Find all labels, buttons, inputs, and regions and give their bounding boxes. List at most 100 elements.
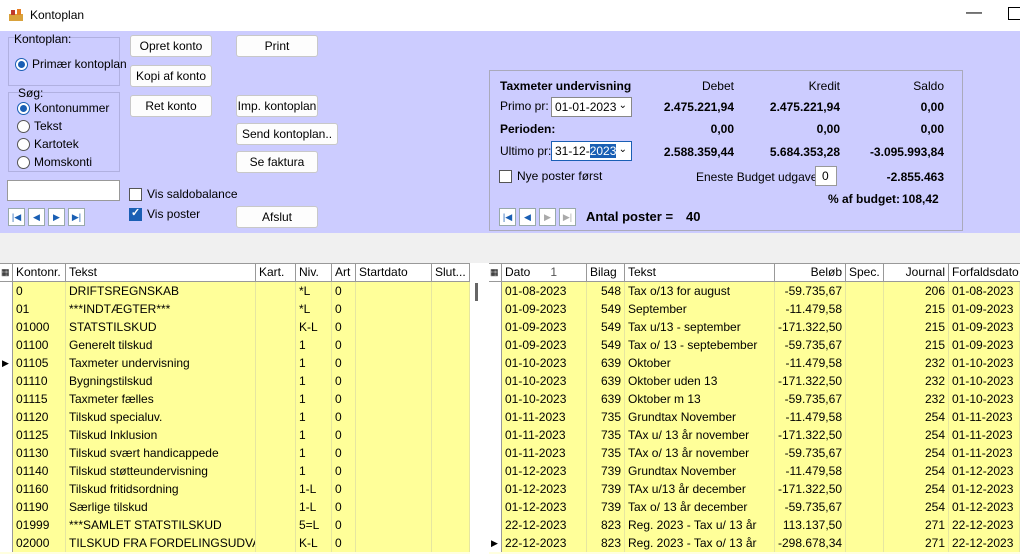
table-row[interactable]: 01120 Tilskud specialuv. 1 0 xyxy=(0,408,470,426)
col-niv[interactable]: Niv. xyxy=(296,264,332,281)
row-indicator[interactable] xyxy=(489,390,502,408)
col-kontonr[interactable]: Kontonr. xyxy=(13,264,66,281)
checkbox-box[interactable] xyxy=(499,169,512,183)
table-row[interactable]: 01130 Tilskud svært handicappede 1 0 xyxy=(0,444,470,462)
table-row[interactable]: 02000TILSKUD FRA FORDELINGSUDVAL... K-L0 xyxy=(0,534,470,552)
row-indicator[interactable] xyxy=(0,480,13,498)
col-forfaldsdato[interactable]: Forfaldsdato xyxy=(949,264,1020,281)
primo-date-select[interactable]: 01-01-2023 ⌄ xyxy=(551,97,632,117)
col-tekst[interactable]: Tekst xyxy=(66,264,256,281)
last-record-icon[interactable]: ▶| xyxy=(68,208,85,226)
col-dato[interactable]: Dato 1 xyxy=(502,264,587,281)
col-kart[interactable]: Kart. xyxy=(256,264,296,281)
row-indicator[interactable] xyxy=(0,408,13,426)
table-row[interactable]: 01140 Tilskud støtteundervisning 1 0 xyxy=(0,462,470,480)
row-indicator[interactable] xyxy=(0,462,13,480)
row-indicator[interactable] xyxy=(0,390,13,408)
radio-primaer-kontoplan[interactable]: Primær kontoplan xyxy=(15,57,127,71)
col-slut[interactable]: Slut... xyxy=(432,264,470,281)
col-beloeb[interactable]: Beløb xyxy=(775,264,846,281)
row-indicator[interactable] xyxy=(489,300,502,318)
ultimo-date-select[interactable]: 31-12-2023 ⌄ xyxy=(551,141,632,161)
budget-input[interactable]: 0 xyxy=(815,166,837,186)
row-indicator[interactable] xyxy=(489,426,502,444)
send-kontoplan-button[interactable]: Send kontoplan.. xyxy=(236,123,338,145)
afslut-button[interactable]: Afslut xyxy=(236,206,318,228)
row-indicator[interactable]: ▶ xyxy=(489,534,502,552)
checkbox-box[interactable] xyxy=(129,206,142,221)
prev-record-icon[interactable]: ◀ xyxy=(28,208,45,226)
table-row[interactable]: 01190 Særlige tilskud 1-L 0 xyxy=(0,498,470,516)
table-row[interactable]: 01-10-2023 639 Oktober uden 13 -171.322,50 2… xyxy=(489,372,1020,390)
row-indicator[interactable] xyxy=(489,444,502,462)
col-tekst[interactable]: Tekst xyxy=(625,264,775,281)
table-row[interactable]: ▶ 01105 Taxmeter undervisning 1 0 xyxy=(0,354,470,372)
table-row[interactable]: 01-11-2023 735 Grundtax November -11.479,58… xyxy=(489,408,1020,426)
table-row[interactable]: 01-09-2023 549 Tax o/ 13 - septebember -59.… xyxy=(489,336,1020,354)
vis-poster-checkbox[interactable]: Vis poster xyxy=(129,206,200,221)
table-row[interactable]: 01160 Tilskud fritidsordning 1-L 0 xyxy=(0,480,470,498)
row-indicator[interactable] xyxy=(0,336,13,354)
table-row[interactable]: 01999 ***SAMLET STATSTILSKUD 5=L 0 xyxy=(0,516,470,534)
radio-dot[interactable] xyxy=(15,57,28,71)
se-faktura-button[interactable]: Se faktura xyxy=(236,151,318,173)
row-indicator[interactable] xyxy=(0,516,13,534)
table-row[interactable]: 01-11-2023 735 TAx u/ 13 år november -171.3… xyxy=(489,426,1020,444)
maximize-icon[interactable] xyxy=(1008,7,1020,20)
row-indicator[interactable] xyxy=(0,372,13,390)
row-indicator[interactable] xyxy=(489,462,502,480)
table-row[interactable]: 01-12-2023 739 Tax o/ 13 år december -59.73… xyxy=(489,498,1020,516)
minimize-icon[interactable]: — xyxy=(966,4,982,22)
radio-momskonti[interactable]: Momskonti xyxy=(17,155,92,169)
search-input[interactable] xyxy=(7,180,120,201)
next-posting-icon[interactable]: ▶ xyxy=(539,208,556,226)
first-record-icon[interactable]: |◀ xyxy=(8,208,25,226)
row-indicator[interactable] xyxy=(0,534,13,552)
row-indicator[interactable] xyxy=(489,282,502,300)
table-row[interactable]: 0 DRIFTSREGNSKAB *L 0 xyxy=(0,282,470,300)
checkbox-box[interactable] xyxy=(129,187,142,201)
table-row[interactable]: 01-10-2023 639 Oktober -11.479,58 232 01-10-2… xyxy=(489,354,1020,372)
imp-kontoplan-button[interactable]: Imp. kontoplan xyxy=(236,95,318,117)
table-row[interactable]: 01110 Bygningstilskud 1 0 xyxy=(0,372,470,390)
radio-dot[interactable] xyxy=(17,119,30,133)
row-indicator[interactable] xyxy=(0,318,13,336)
row-indicator[interactable]: ▶ xyxy=(0,354,13,372)
radio-dot[interactable] xyxy=(17,137,30,151)
next-record-icon[interactable]: ▶ xyxy=(48,208,65,226)
row-indicator[interactable] xyxy=(489,498,502,516)
table-row[interactable]: 01-12-2023 739 Grundtax November -11.479,58… xyxy=(489,462,1020,480)
table-row[interactable]: 01100 Generelt tilskud 1 0 xyxy=(0,336,470,354)
row-indicator[interactable] xyxy=(489,354,502,372)
table-row[interactable]: 01-09-2023 549 Tax u/13 - september -171.32… xyxy=(489,318,1020,336)
last-posting-icon[interactable]: ▶| xyxy=(559,208,576,226)
row-indicator[interactable] xyxy=(0,282,13,300)
nye-poster-checkbox[interactable]: Nye poster først xyxy=(499,169,602,183)
row-indicator[interactable] xyxy=(489,480,502,498)
table-row[interactable]: 22-12-2023 823 Reg. 2023 - Tax u/ 13 år 113… xyxy=(489,516,1020,534)
table-row[interactable]: 01-09-2023 549 September -11.479,58 215 01-09… xyxy=(489,300,1020,318)
row-indicator[interactable] xyxy=(0,300,13,318)
table-row[interactable]: 01-10-2023 639 Oktober m 13 -59.735,67 232 01… xyxy=(489,390,1020,408)
col-art[interactable]: Art xyxy=(332,264,356,281)
prev-posting-icon[interactable]: ◀ xyxy=(519,208,536,226)
table-row[interactable]: 01115 Taxmeter fælles 1 0 xyxy=(0,390,470,408)
row-indicator[interactable] xyxy=(0,498,13,516)
table-row[interactable]: ▶ 22-12-2023 823 Reg. 2023 - Tax o/ 13 år -2… xyxy=(489,534,1020,552)
table-row[interactable]: 01-08-2023 548 Tax o/13 for august -59.735,… xyxy=(489,282,1020,300)
radio-dot[interactable] xyxy=(17,101,30,115)
row-indicator[interactable] xyxy=(489,516,502,534)
col-spec[interactable]: Spec. xyxy=(846,264,884,281)
first-posting-icon[interactable]: |◀ xyxy=(499,208,516,226)
scroll-thumb[interactable] xyxy=(475,283,478,301)
grid-menu-icon[interactable]: ▦ xyxy=(489,264,502,281)
table-row[interactable]: 01 ***INDTÆGTER*** *L 0 xyxy=(0,300,470,318)
row-indicator[interactable] xyxy=(489,372,502,390)
col-journal[interactable]: Journal xyxy=(884,264,949,281)
radio-kontonummer[interactable]: Kontonummer xyxy=(17,101,109,115)
row-indicator[interactable] xyxy=(489,336,502,354)
table-row[interactable]: 01125 Tilskud Inklusion 1 0 xyxy=(0,426,470,444)
row-indicator[interactable] xyxy=(489,408,502,426)
print-button[interactable]: Print xyxy=(236,35,318,57)
radio-tekst[interactable]: Tekst xyxy=(17,119,62,133)
